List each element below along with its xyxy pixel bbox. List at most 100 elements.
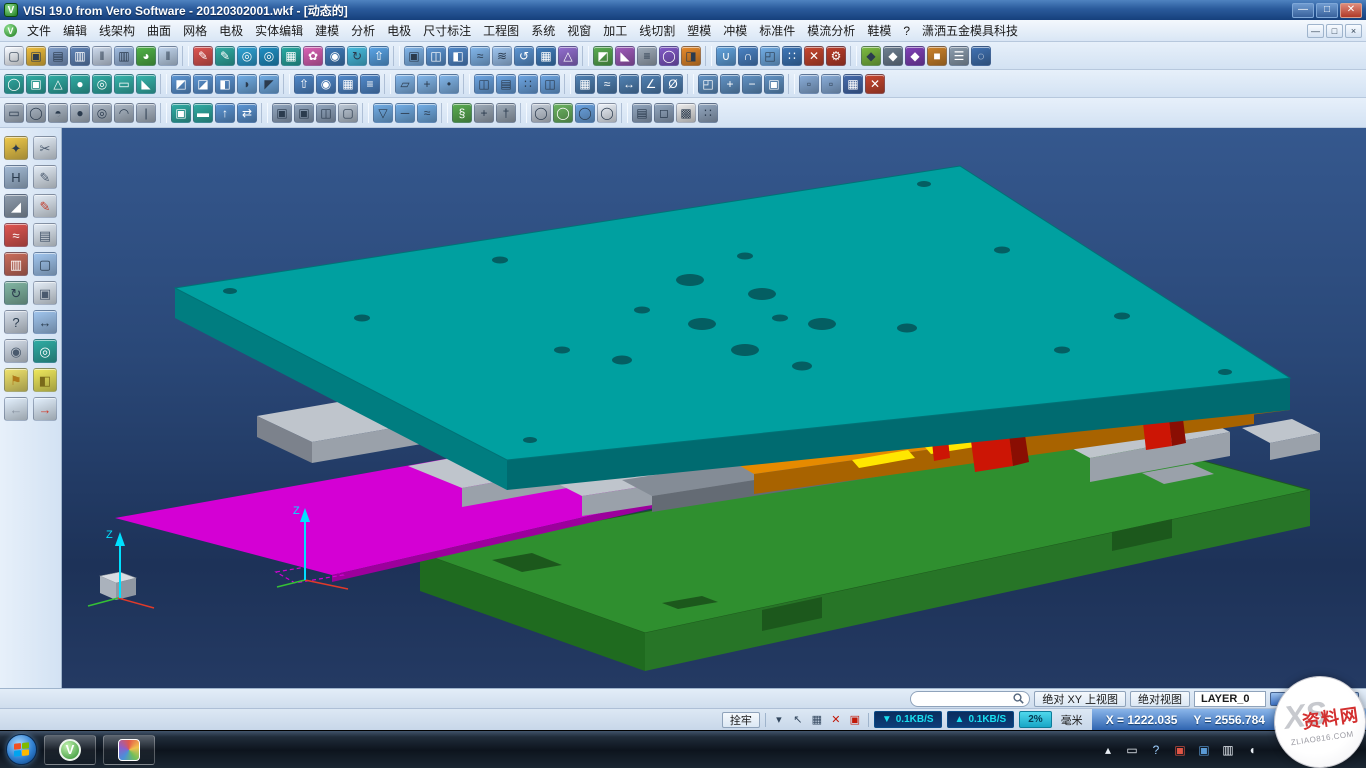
surface-loft-icon[interactable]: ≋: [492, 46, 512, 66]
world-mesh-icon[interactable]: ◎: [259, 46, 279, 66]
dim-angle-icon[interactable]: ∠: [641, 74, 661, 94]
cube-green-icon[interactable]: ◩: [593, 46, 613, 66]
sphere-teal-icon[interactable]: ●: [70, 74, 90, 94]
shell-icon[interactable]: ◰: [760, 46, 780, 66]
cylinder-teal-icon[interactable]: ◯: [4, 74, 24, 94]
torus-teal-icon[interactable]: ◎: [92, 74, 112, 94]
erase-red-icon[interactable]: ✕: [865, 74, 885, 94]
tray-app-blue-icon[interactable]: ▣: [1196, 742, 1212, 758]
dome-gray-icon[interactable]: ◠: [114, 103, 134, 123]
menu-item-3[interactable]: 线架构: [93, 20, 141, 41]
tray-monitor-icon[interactable]: ▭: [1124, 742, 1140, 758]
revolve-icon[interactable]: ↺: [514, 46, 534, 66]
cube-array-icon[interactable]: ∷: [518, 74, 538, 94]
cube-axis-icon[interactable]: ◫: [316, 103, 336, 123]
runner-icon[interactable]: ─: [395, 103, 415, 123]
toolbox-blue-icon[interactable]: ◌: [971, 46, 991, 66]
mdi-minimize-button[interactable]: —: [1307, 24, 1324, 38]
flag-mark-icon[interactable]: ⚑: [4, 368, 28, 392]
cube-ghost-icon[interactable]: ▢: [338, 103, 358, 123]
menu-item-17[interactable]: 塑模: [681, 20, 717, 41]
spring-green-icon[interactable]: §: [452, 103, 472, 123]
mold-purple-icon[interactable]: ◆: [905, 46, 925, 66]
snap-grid-tool-icon[interactable]: ▦: [575, 74, 595, 94]
hatch-h-icon[interactable]: H: [4, 165, 28, 189]
surface-sweep-icon[interactable]: ≈: [470, 46, 490, 66]
lock-toggle-button[interactable]: 拴牢: [722, 712, 760, 728]
cylinder-white-icon[interactable]: ◯: [597, 103, 617, 123]
menu-item-10[interactable]: 电极: [381, 20, 417, 41]
curve-red-icon[interactable]: ≈: [4, 223, 28, 247]
copy-sheet-icon[interactable]: ▣: [33, 281, 57, 305]
measure-icon[interactable]: ↔: [33, 310, 57, 334]
cool-line-icon[interactable]: ≈: [417, 103, 437, 123]
cube-teal-icon[interactable]: ▣: [26, 74, 46, 94]
cube-mirror-icon[interactable]: ◫: [540, 74, 560, 94]
pattern-icon[interactable]: ∷: [782, 46, 802, 66]
close-button[interactable]: ✕: [1340, 3, 1362, 18]
plot-preview-icon[interactable]: ▥: [114, 46, 134, 66]
menu-item-6[interactable]: 电极: [213, 20, 249, 41]
query-info-icon[interactable]: ?: [4, 310, 28, 334]
disk-gray-icon[interactable]: ●: [70, 103, 90, 123]
dim-linear-icon[interactable]: ↔: [619, 74, 639, 94]
scissors-icon[interactable]: ✂: [33, 136, 57, 160]
minimize-button[interactable]: —: [1292, 3, 1314, 18]
view-sphere-icon[interactable]: ◎: [33, 339, 57, 363]
menu-item-9[interactable]: 分析: [345, 20, 381, 41]
cylinder-blue-icon[interactable]: ◯: [575, 103, 595, 123]
lifter-icon[interactable]: ↑: [215, 103, 235, 123]
zoom-in-icon[interactable]: +: [720, 74, 740, 94]
cylinder-silver-icon[interactable]: ◯: [531, 103, 551, 123]
pick-filter-icon[interactable]: ▾: [771, 712, 787, 728]
bolt-gray-icon[interactable]: †: [496, 103, 516, 123]
zoom-fit-icon[interactable]: ▣: [764, 74, 784, 94]
dim-radius-icon[interactable]: Ø: [663, 74, 683, 94]
print-icon[interactable]: ‖: [92, 46, 112, 66]
history-back-icon[interactable]: ←: [4, 397, 28, 421]
menu-item-1[interactable]: 文件: [21, 20, 57, 41]
menu-item-7[interactable]: 实体编辑: [249, 20, 309, 41]
pause-icon[interactable]: ‖: [158, 46, 178, 66]
boolean-intersect-icon[interactable]: ∩: [738, 46, 758, 66]
maximize-button[interactable]: □: [1316, 3, 1338, 18]
cube-stack-icon[interactable]: ▤: [496, 74, 516, 94]
menu-item-2[interactable]: 编辑: [57, 20, 93, 41]
view-xy-button[interactable]: 绝对 XY 上视图: [1034, 691, 1126, 707]
cursor-select-icon[interactable]: ↖: [790, 712, 806, 728]
taskbar-visi-button[interactable]: V: [44, 735, 96, 765]
mesh-grid-icon[interactable]: ▦: [536, 46, 556, 66]
cap-gray-icon[interactable]: ◓: [48, 103, 68, 123]
tray-volume-icon[interactable]: ◖: [1244, 742, 1260, 758]
layer-selector[interactable]: LAYER_0: [1194, 691, 1266, 707]
menu-item-11[interactable]: 尺寸标注: [417, 20, 477, 41]
settings-grid-icon[interactable]: ∷: [698, 103, 718, 123]
tray-chevron-icon[interactable]: ▴: [1100, 742, 1116, 758]
chamfer-icon[interactable]: ◤: [259, 74, 279, 94]
ring-gray-icon[interactable]: ◎: [92, 103, 112, 123]
menu-item-16[interactable]: 线切割: [633, 20, 681, 41]
cube-edge-icon[interactable]: ◪: [193, 74, 213, 94]
menu-item-20[interactable]: 模流分析: [801, 20, 861, 41]
search-input[interactable]: [916, 693, 1010, 704]
stop-record-icon[interactable]: ▣: [847, 712, 863, 728]
sheet-blue-icon[interactable]: ▢: [33, 252, 57, 276]
cube-small-b-icon[interactable]: ▫: [821, 74, 841, 94]
menu-item-22[interactable]: ?: [897, 22, 916, 40]
cube-blue-top-icon[interactable]: ◫: [474, 74, 494, 94]
boolean-union-icon[interactable]: ∪: [716, 46, 736, 66]
zoom-out-icon[interactable]: −: [742, 74, 762, 94]
menu-item-23[interactable]: 潇洒五金模具科技: [916, 20, 1024, 41]
box-teal-icon[interactable]: ▭: [114, 74, 134, 94]
plane-stack-icon[interactable]: ▣: [404, 46, 424, 66]
view-cube-icon[interactable]: ◰: [698, 74, 718, 94]
flower-pink-icon[interactable]: ✿: [303, 46, 323, 66]
point-icon[interactable]: •: [439, 74, 459, 94]
menu-item-14[interactable]: 视窗: [561, 20, 597, 41]
pencil-teal-icon[interactable]: ✎: [215, 46, 235, 66]
palette-sheet-icon[interactable]: ◧: [33, 368, 57, 392]
die-plate-icon[interactable]: ▭: [4, 103, 24, 123]
cube-check-icon[interactable]: ▣: [294, 103, 314, 123]
menu-item-8[interactable]: 建模: [309, 20, 345, 41]
3d-viewport[interactable]: Z Z: [62, 128, 1366, 688]
